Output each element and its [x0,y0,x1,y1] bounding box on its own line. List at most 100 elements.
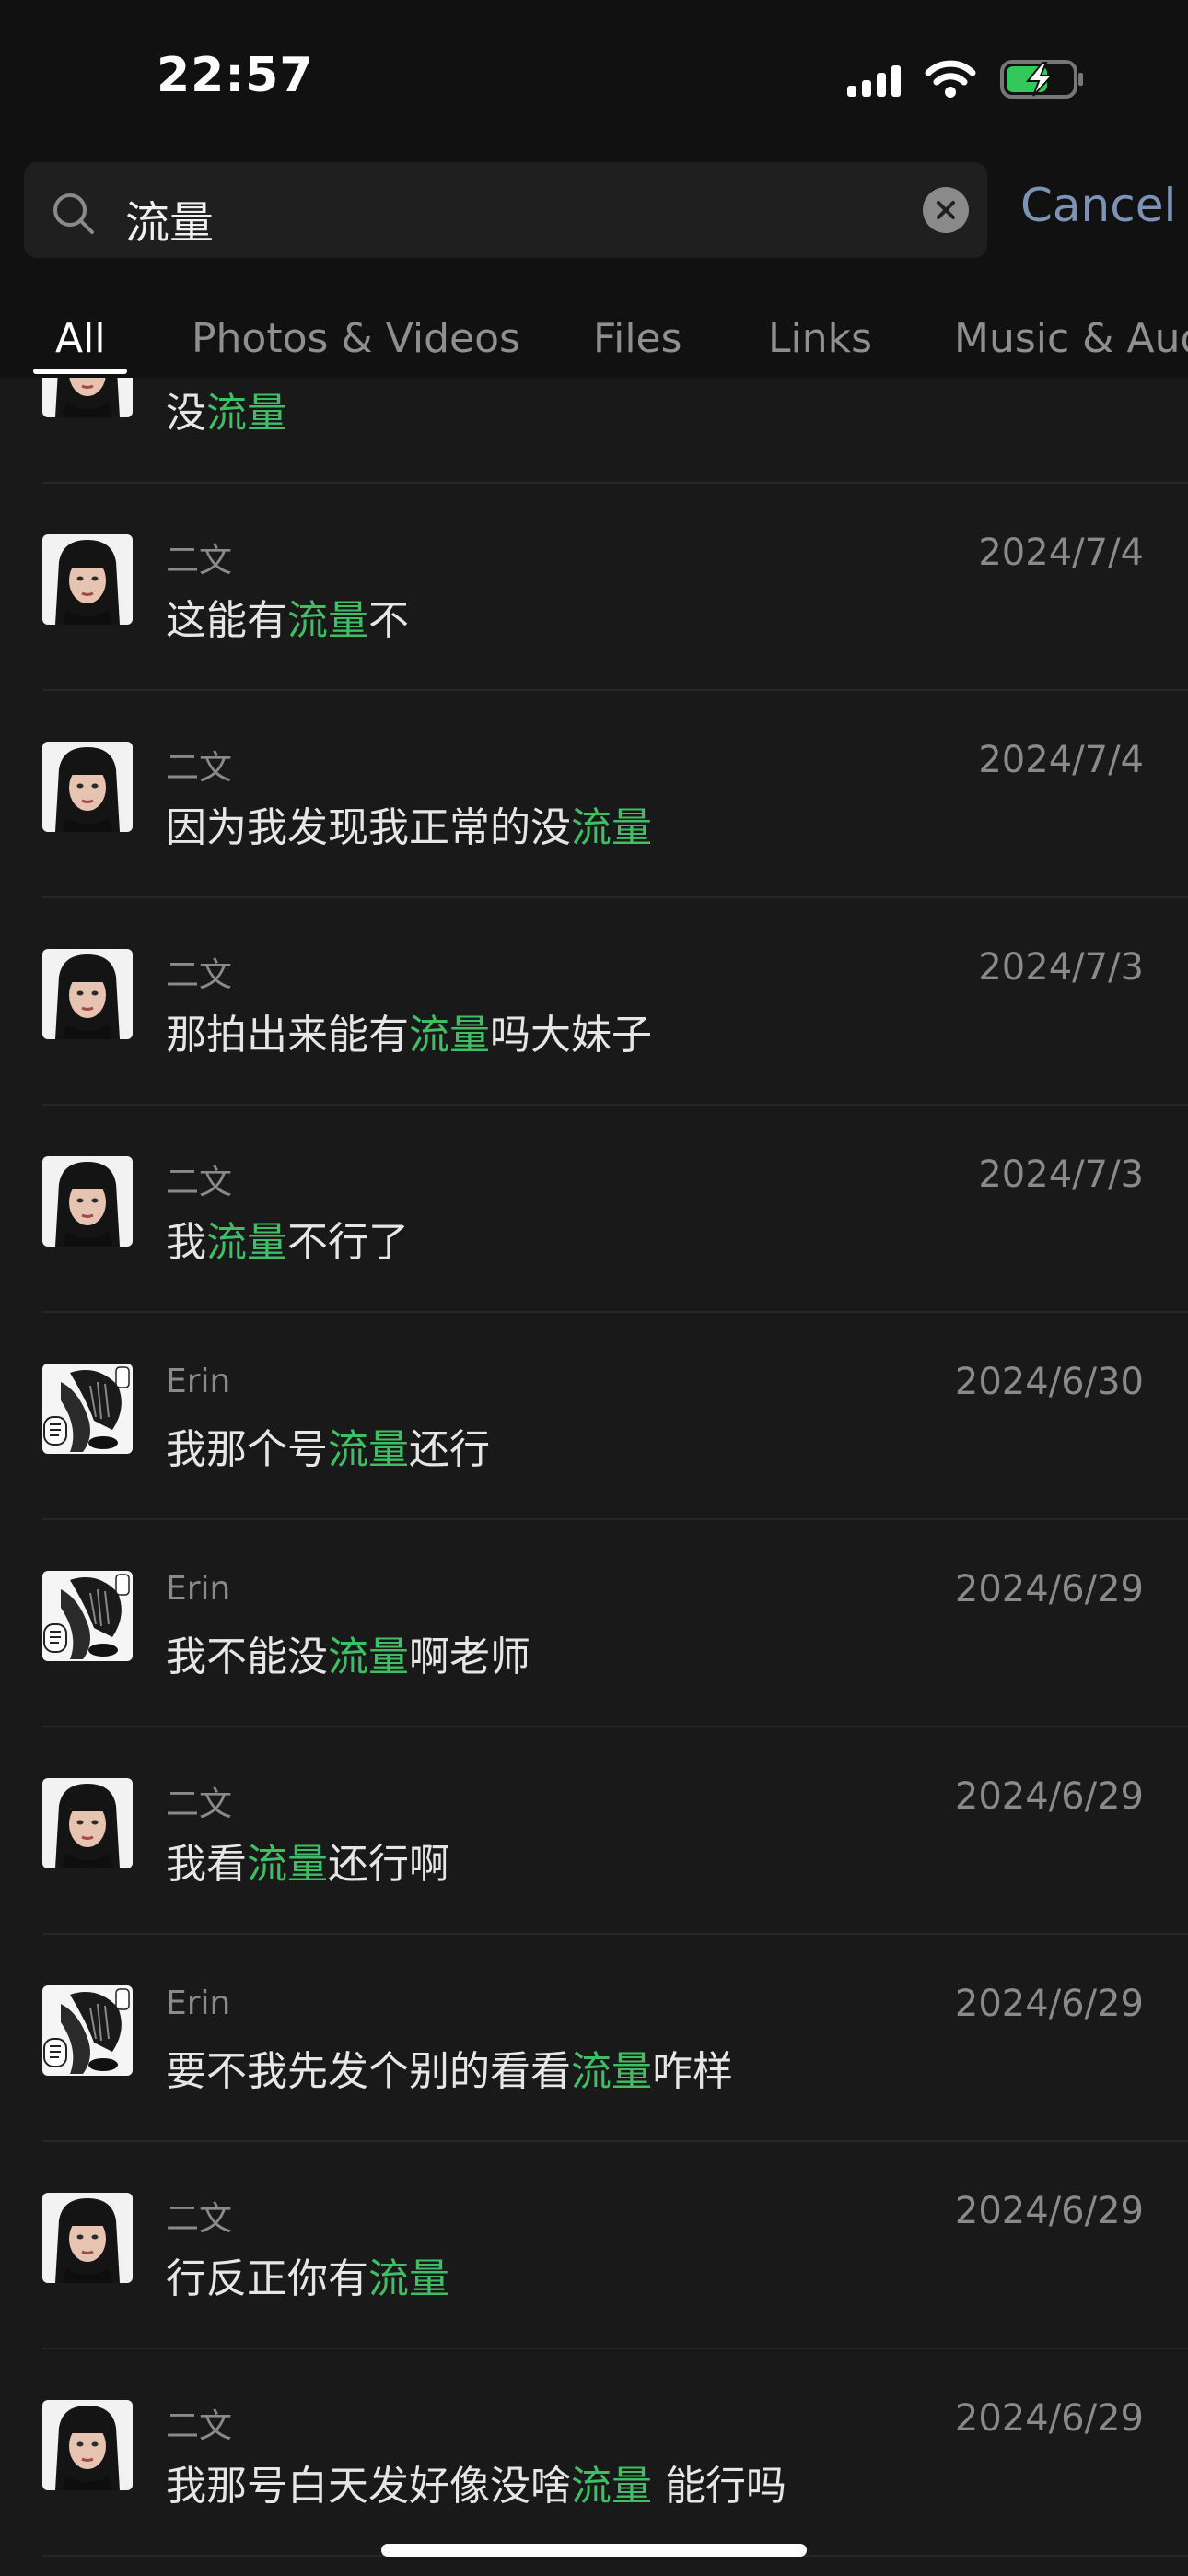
status-icons [847,57,1085,101]
avatar-erwen[interactable] [42,534,133,625]
sender-name: 二文 [166,2407,233,2445]
message-snippet: 因为我发现我正常的没流量 [166,794,652,853]
message-date: 2024/6/30 [954,1361,1144,1403]
status-bar: 22:57 [0,0,1188,157]
result-row[interactable]: Erin 2024/6/29 要不我先发个别的看看流量咋样 [0,1935,1188,2142]
active-tab-indicator [33,369,127,374]
result-row[interactable]: 二文 2024/7/3 我流量不行了 [0,1106,1188,1313]
message-date: 2024/7/4 [978,532,1144,574]
search-header: 流量 Cancel All Photos & Videos Files Link… [0,157,1188,378]
highlighted-match: 流量 [328,1426,409,1473]
highlighted-match: 流量 [571,2463,652,2510]
search-icon [53,193,94,234]
snippet-text: 行反正你有 [166,2255,368,2302]
result-row[interactable]: 二文 2024/6/29 行反正你有流量 [0,2142,1188,2349]
snippet-text: 能行吗 [652,2463,786,2510]
snippet-text: 没 [166,390,206,437]
snippet-text: 不 [368,597,409,644]
message-date: 2024/7/3 [978,946,1144,989]
result-row[interactable]: 二文 2024/6/29 我那号白天发好像没啥流量 能行吗 [0,2349,1188,2557]
highlighted-match: 流量 [206,390,287,437]
search-input[interactable]: 流量 [24,162,987,258]
result-row[interactable]: 二文 2024/7/3 那拍出来能有流量吗大妹子 [0,898,1188,1106]
message-snippet: 要不我先发个别的看看流量咋样 [166,2038,733,2097]
tab-links[interactable]: Links [768,315,872,362]
avatar-erwen[interactable] [42,742,133,832]
avatar-erwen[interactable] [42,2400,133,2490]
sender-name: 二文 [166,749,233,787]
close-icon [937,201,955,219]
clear-search-button[interactable] [923,187,969,233]
snippet-text: 我不能没 [166,1633,328,1680]
result-row[interactable]: Erin 2024/6/29 我不能没流量啊老师 [0,1520,1188,1727]
snippet-text: 还行 [409,1426,490,1473]
sender-name: 二文 [166,1164,233,1201]
tab-all[interactable]: All [55,315,106,362]
snippet-text: 咋样 [652,2048,733,2095]
tab-music-audio[interactable]: Music & Aud [954,315,1188,362]
search-screen: 22:57 流量 Cancel All Photos & Videos File… [0,0,1188,2576]
message-date: 2024/7/4 [978,739,1144,781]
category-tabs: All Photos & Videos Files Links Music & … [0,295,1188,378]
message-date: 2024/6/29 [954,1983,1144,2025]
message-date: 2024/6/29 [954,1775,1144,1818]
cellular-signal-icon [847,62,901,97]
message-snippet: 我那号白天发好像没啥流量 能行吗 [166,2453,786,2512]
result-row[interactable]: Erin 2024/6/30 我那个号流量还行 [0,1313,1188,1520]
avatar-erin[interactable] [42,1985,133,2076]
highlighted-match: 流量 [247,1841,328,1888]
snippet-text: 啊老师 [409,1633,530,1680]
search-query[interactable]: 流量 [125,186,214,251]
highlighted-match: 流量 [571,804,652,851]
highlighted-match: 流量 [206,1219,287,1266]
battery-charging-icon [1000,60,1083,99]
avatar-erwen[interactable] [42,378,133,417]
snippet-text: 还行啊 [328,1841,449,1888]
result-row[interactable]: 二文 2024/7/4 这能有流量不 [0,484,1188,691]
snippet-text: 我看 [166,1841,247,1888]
avatar-erwen[interactable] [42,1778,133,1868]
cancel-button[interactable]: Cancel [1020,179,1176,232]
message-date: 2024/6/29 [954,2190,1144,2232]
snippet-text: 我那号白天发好像没啥 [166,2463,571,2510]
message-date: 2024/6/29 [954,2397,1144,2440]
snippet-text: 因为我发现我正常的没 [166,804,571,851]
highlighted-match: 流量 [287,597,368,644]
message-snippet: 我那个号流量还行 [166,1416,490,1475]
tab-files[interactable]: Files [593,315,682,362]
snippet-text: 我那个号 [166,1426,328,1473]
message-date: 2024/7/3 [978,1153,1144,1196]
status-time: 22:57 [157,48,314,103]
avatar-erwen[interactable] [42,1156,133,1247]
message-snippet: 我流量不行了 [166,1209,409,1268]
avatar-erin[interactable] [42,1571,133,1661]
sender-name: Erin [166,1363,231,1400]
sender-name: 二文 [166,2200,233,2238]
message-snippet: 我看流量还行啊 [166,1831,449,1890]
message-snippet: 行反正你有流量 [166,2245,449,2304]
sender-name: 二文 [166,542,233,580]
result-row[interactable]: 二文 2024/6/29 我看流量还行啊 [0,1727,1188,1935]
message-snippet: 这能有流量不 [166,587,409,646]
highlighted-match: 流量 [571,2048,652,2095]
snippet-text: 吗大妹子 [490,1012,652,1059]
home-indicator[interactable] [381,2544,807,2557]
message-snippet: 没流量 [166,380,287,439]
sender-name: Erin [166,1985,231,2022]
highlighted-match: 流量 [368,2255,449,2302]
tab-photos-videos[interactable]: Photos & Videos [192,315,520,362]
message-snippet: 我不能没流量啊老师 [166,1623,530,1682]
wifi-icon [925,60,976,98]
result-row[interactable]: 二文 2024/7/4 因为我发现我正常的没流量 [0,691,1188,898]
avatar-erin[interactable] [42,1364,133,1454]
sender-name: 二文 [166,956,233,994]
snippet-text: 这能有 [166,597,287,644]
highlighted-match: 流量 [328,1633,409,1680]
result-row[interactable]: 没流量 [0,378,1188,484]
avatar-erwen[interactable] [42,949,133,1039]
search-results-list[interactable]: 没流量 二文 2024/7/4 这能有流量不 二文 2024/7/4 因为我发现我正常的… [0,378,1188,2576]
message-snippet: 那拍出来能有流量吗大妹子 [166,1001,652,1060]
avatar-erwen[interactable] [42,2193,133,2283]
message-date: 2024/6/29 [954,1568,1144,1610]
highlighted-match: 流量 [409,1012,490,1059]
